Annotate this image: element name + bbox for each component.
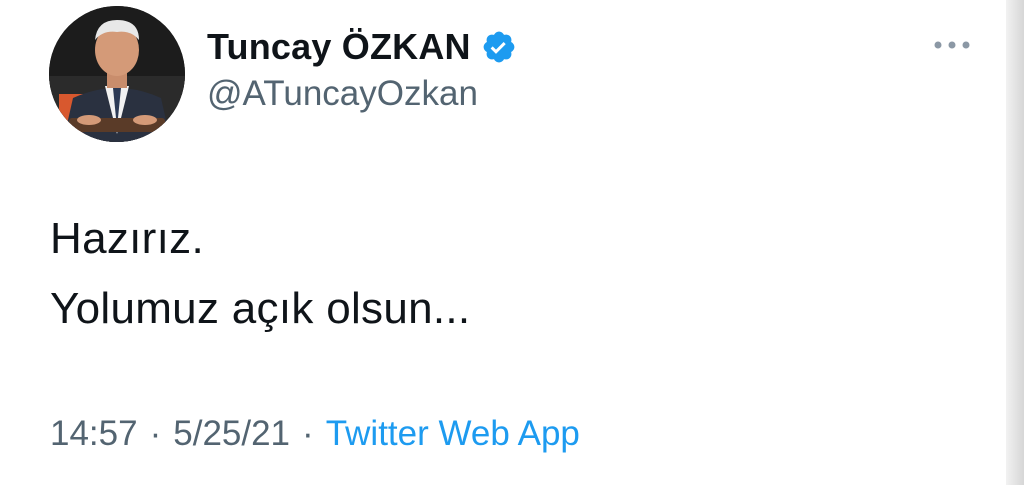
author-avatar[interactable] (49, 6, 185, 142)
tweet-text-line: Hazırız. (50, 214, 204, 263)
meta-separator: · (149, 414, 162, 453)
screen-edge (1006, 0, 1024, 485)
tweet-card: Tuncay ÖZKAN @ATuncayOzkan Hazırız. Yolu… (0, 0, 1024, 485)
tweet-source-link[interactable]: Twitter Web App (326, 414, 580, 454)
author-handle[interactable]: @ATuncayOzkan (207, 74, 478, 114)
more-options-icon (934, 41, 970, 49)
tweet-time[interactable]: 14:57 (50, 414, 138, 454)
author-name-row: Tuncay ÖZKAN (207, 22, 517, 72)
tweet-meta: 14:57 · 5/25/21 · Twitter Web App (50, 414, 580, 454)
more-options-button[interactable] (930, 30, 974, 60)
author-display-name[interactable]: Tuncay ÖZKAN (207, 26, 471, 68)
tweet-text-line: Yolumuz açık olsun... (50, 284, 471, 333)
verified-badge-icon (481, 29, 517, 65)
tweet-date[interactable]: 5/25/21 (173, 414, 290, 454)
meta-separator: · (302, 414, 314, 453)
tweet-text: Hazırız. Yolumuz açık olsun... (50, 204, 470, 344)
